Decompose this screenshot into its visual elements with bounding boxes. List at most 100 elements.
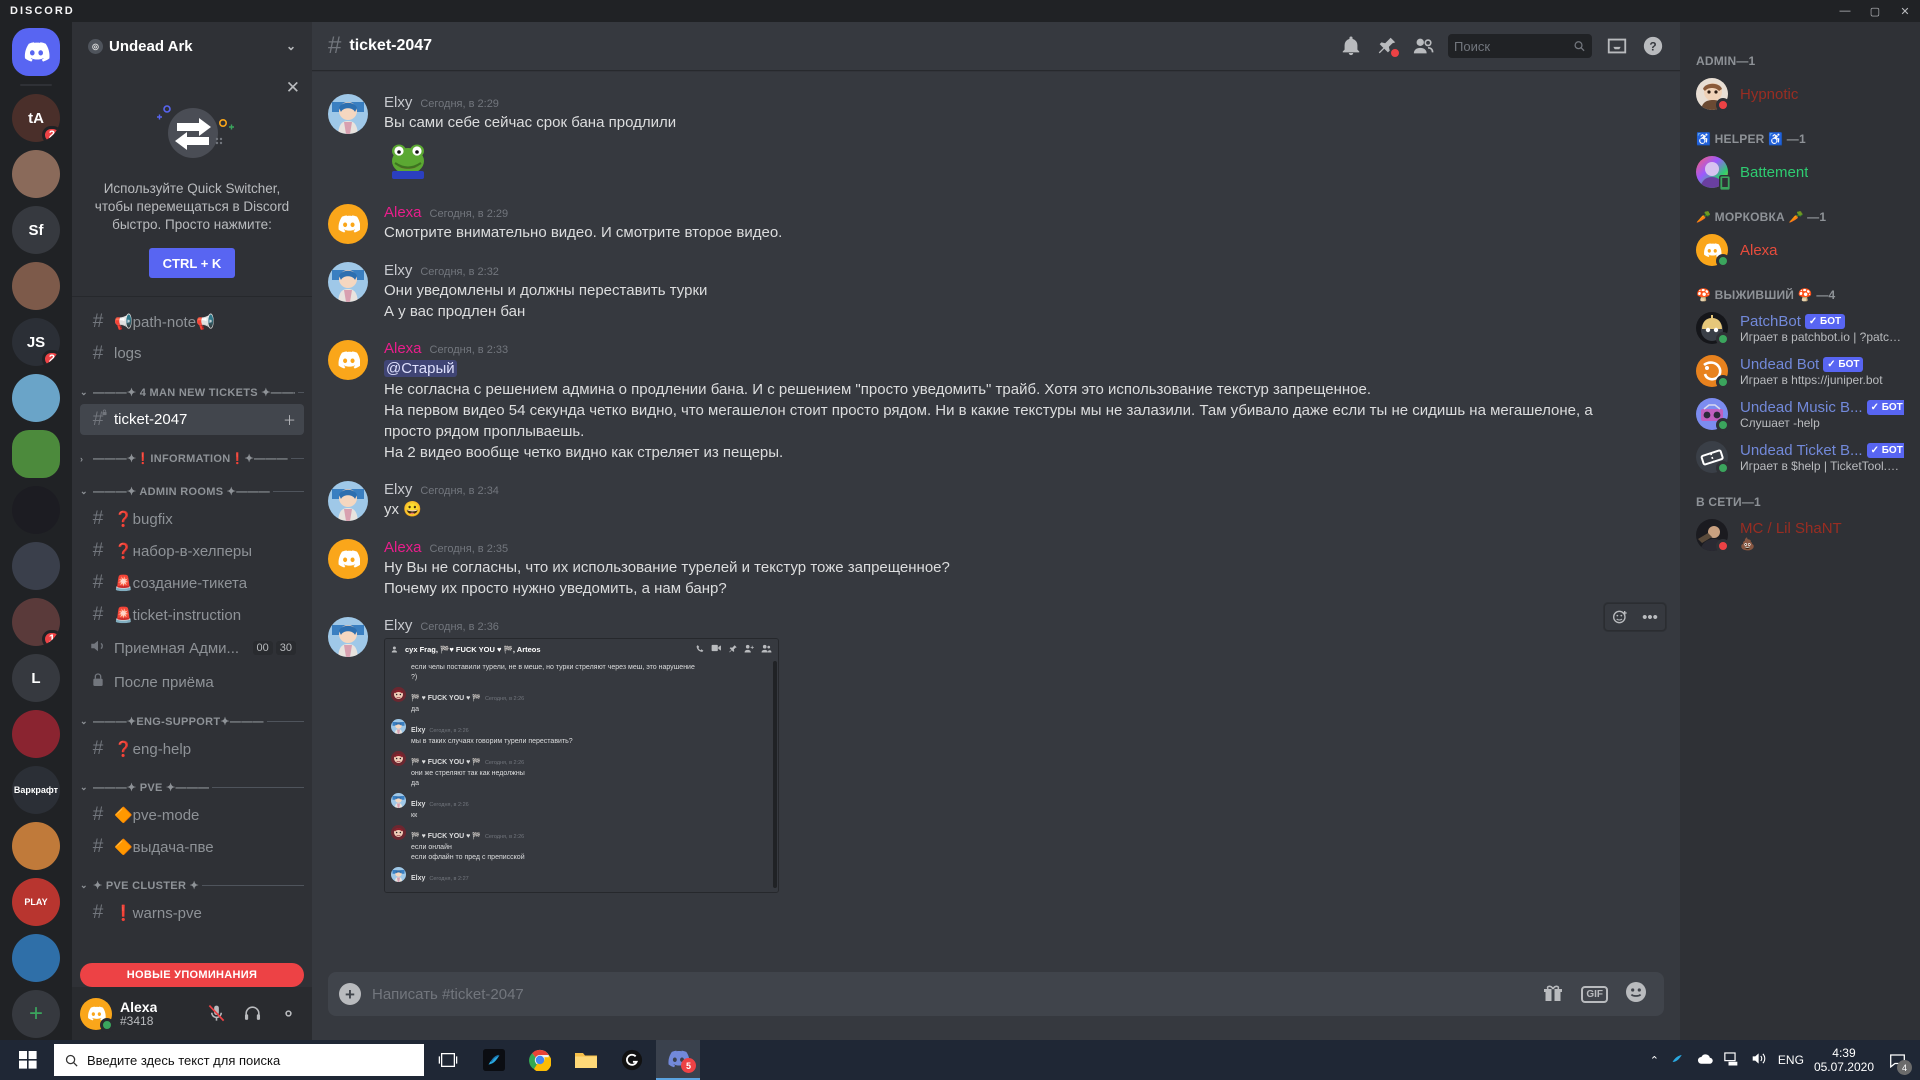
- channel-list[interactable]: # 📢path-note📢 # logs ⌄ ———✦ 4 MAN NEW TICKETS…: [72, 297, 312, 987]
- avatar[interactable]: [328, 262, 368, 302]
- quick-switcher-shortcut-button[interactable]: CTRL + K: [149, 248, 235, 278]
- channel-создание-тикета[interactable]: # 🚨создание-тикета: [80, 567, 304, 598]
- tray-app-icon[interactable]: [1669, 1050, 1686, 1070]
- message-author[interactable]: Elxy: [384, 94, 412, 111]
- member-patchbot[interactable]: PatchBot ✓ БОТ Играет в patchbot.io | ?pat…: [1688, 307, 1912, 349]
- app-blue-icon[interactable]: [472, 1040, 516, 1080]
- image-attachment[interactable]: cyx Frag, 🏁♥ FUCK YOU ♥ 🏁, Arteos если че…: [384, 638, 779, 893]
- avatar[interactable]: [328, 617, 368, 657]
- close-button[interactable]: ✕: [1890, 0, 1920, 22]
- channel-pve-mode[interactable]: # 🔶pve-mode: [80, 799, 304, 830]
- channel-выдача-пве[interactable]: # 🔶выдача-пве: [80, 831, 304, 862]
- maximize-button[interactable]: ▢: [1860, 0, 1890, 22]
- member-undeadticketb[interactable]: Undead Ticket B... ✓ БОТ Играет в $help | …: [1688, 436, 1912, 478]
- help-icon[interactable]: ?: [1642, 35, 1664, 57]
- channel-warns-pve[interactable]: # ❗warns-pve: [80, 897, 304, 928]
- guild-dark[interactable]: [12, 486, 60, 534]
- guild-l[interactable]: L: [12, 654, 60, 702]
- gift-icon[interactable]: [1541, 980, 1565, 1009]
- message-author[interactable]: Alexa: [384, 340, 422, 357]
- channel-послеприма[interactable]: После приёма: [80, 666, 304, 698]
- member-undeadmusicb[interactable]: Undead Music B... ✓ БОТ Слушает -help: [1688, 393, 1912, 435]
- channel-category-4[interactable]: ⌄ ———✦ENG-SUPPORT✦———: [72, 699, 312, 732]
- gear-icon[interactable]: [272, 998, 304, 1030]
- guild-anime[interactable]: [12, 150, 60, 198]
- avatar[interactable]: [328, 539, 368, 579]
- channel-category-5[interactable]: ⌄ ———✦ PVE ✦———: [72, 765, 312, 798]
- inbox-icon[interactable]: [1606, 35, 1628, 57]
- guild-warcraft[interactable]: Варкрафт: [12, 766, 60, 814]
- more-options-icon[interactable]: •••: [1635, 604, 1665, 630]
- mic-muted-icon[interactable]: [200, 998, 232, 1030]
- member-undeadbot[interactable]: Undead Bot ✓ БОТ Играет в https://juniper.…: [1688, 350, 1912, 392]
- guild-undead-ark[interactable]: tA 2: [12, 94, 60, 142]
- search-box[interactable]: [1448, 34, 1592, 58]
- network-icon[interactable]: [1724, 1051, 1741, 1069]
- avatar[interactable]: [328, 204, 368, 244]
- guild-sf[interactable]: Sf: [12, 206, 60, 254]
- chrome-icon[interactable]: [518, 1040, 562, 1080]
- member-battement[interactable]: Battement: [1688, 151, 1912, 193]
- channel-набор-в-хелперы[interactable]: # ❓набор-в-хелперы: [80, 535, 304, 566]
- message-list[interactable]: Elxy Сегодня, в 2:29 Вы сами себе сейчас с…: [312, 70, 1680, 972]
- task-view-icon[interactable]: [426, 1040, 470, 1080]
- discord-taskbar-icon[interactable]: 5: [656, 1040, 700, 1080]
- channel-category-6[interactable]: ⌄ ✦ PVE CLUSTER ✦: [72, 863, 312, 896]
- add-reaction-icon[interactable]: [1605, 604, 1635, 630]
- avatar[interactable]: [328, 481, 368, 521]
- avatar[interactable]: [328, 94, 368, 134]
- new-mentions-banner[interactable]: НОВЫЕ УПОМИНАНИЯ: [80, 963, 304, 987]
- taskbar-search[interactable]: Введите здесь текст для поиска: [54, 1044, 424, 1076]
- channel-category-2[interactable]: › ———✦❗INFORMATION❗✦———: [72, 436, 312, 469]
- guild-play[interactable]: PLAY: [12, 878, 60, 926]
- channel-category-3[interactable]: ⌄ ———✦ ADMIN ROOMS ✦———: [72, 469, 312, 502]
- guild-red[interactable]: [12, 710, 60, 758]
- minimize-button[interactable]: —: [1830, 0, 1860, 22]
- sticker-pepe[interactable]: [384, 139, 1632, 186]
- explorer-icon[interactable]: [564, 1040, 608, 1080]
- onedrive-icon[interactable]: [1696, 1052, 1714, 1068]
- message-author[interactable]: Alexa: [384, 204, 422, 221]
- channel-path-note[interactable]: # 📢path-note📢: [80, 306, 304, 337]
- channel-приемнаяадми[interactable]: Приемная Адми... 00 30: [80, 631, 304, 665]
- channel-category-1[interactable]: ⌄ ———✦ 4 MAN NEW TICKETS ✦———: [72, 370, 312, 403]
- volume-icon[interactable]: [1751, 1051, 1768, 1069]
- user-mention[interactable]: @Старый: [384, 360, 457, 377]
- avatar[interactable]: [328, 340, 368, 380]
- guild-pepe[interactable]: [12, 430, 60, 478]
- guild-photo[interactable]: [12, 262, 60, 310]
- clock[interactable]: 4:39 05.07.2020: [1814, 1046, 1874, 1074]
- member-list[interactable]: ADMIN—1 Hypnotic ♿ HELPER ♿ —1 Battement 🥕 М…: [1680, 22, 1920, 1040]
- channel-logs[interactable]: # logs: [80, 338, 304, 369]
- avatar[interactable]: [80, 997, 114, 1032]
- guild-js[interactable]: JS 2: [12, 318, 60, 366]
- channel-ticket-2047[interactable]: # ticket-2047 ＋: [80, 404, 304, 435]
- tray-chevron-icon[interactable]: ⌃: [1650, 1054, 1659, 1067]
- members-icon[interactable]: [1412, 35, 1434, 57]
- add-server-button[interactable]: +: [12, 990, 60, 1038]
- composer-box[interactable]: + Написать #ticket-2047 GIF: [328, 972, 1664, 1016]
- guild-spiral[interactable]: [12, 934, 60, 982]
- attach-button[interactable]: +: [328, 972, 372, 1016]
- member-hypnotic[interactable]: Hypnotic: [1688, 73, 1912, 115]
- home-button[interactable]: [12, 28, 60, 76]
- message-author[interactable]: Elxy: [384, 481, 412, 498]
- start-button[interactable]: [4, 1040, 52, 1080]
- message-input[interactable]: Написать #ticket-2047: [372, 986, 1541, 1003]
- channel-ticket-instruction[interactable]: # 🚨ticket-instruction: [80, 599, 304, 630]
- search-input[interactable]: [1454, 38, 1574, 54]
- headset-icon[interactable]: [236, 998, 268, 1030]
- bell-icon[interactable]: [1340, 35, 1362, 57]
- language-indicator[interactable]: ENG: [1778, 1053, 1804, 1067]
- member-alexa[interactable]: Alexa: [1688, 229, 1912, 271]
- emoji-icon[interactable]: [1624, 980, 1648, 1009]
- message-author[interactable]: Alexa: [384, 539, 422, 556]
- guild-skull[interactable]: 1: [12, 598, 60, 646]
- channel-eng-help[interactable]: # ❓eng-help: [80, 733, 304, 764]
- logitech-icon[interactable]: [610, 1040, 654, 1080]
- guild-orange[interactable]: [12, 822, 60, 870]
- channel-bugfix[interactable]: # ❓bugfix: [80, 503, 304, 534]
- guild-diamond[interactable]: [12, 542, 60, 590]
- guild-flower[interactable]: [12, 374, 60, 422]
- message-author[interactable]: Elxy: [384, 262, 412, 279]
